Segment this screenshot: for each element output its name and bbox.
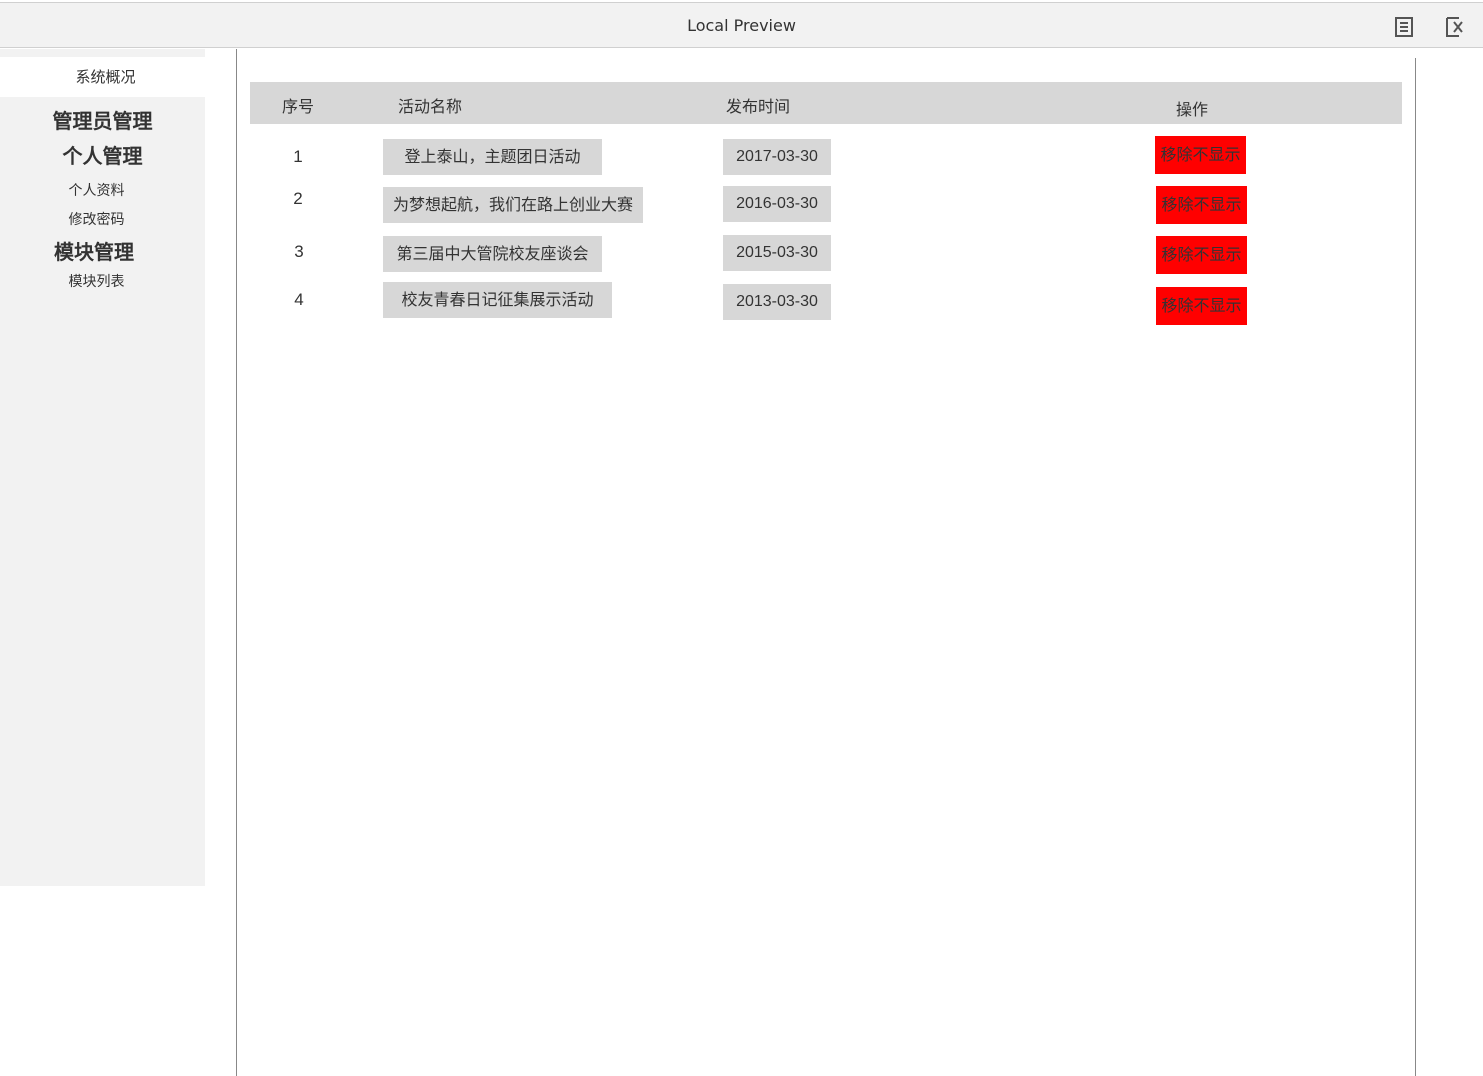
header-index: 序号	[282, 97, 315, 116]
remove-button[interactable]: 移除不显示	[1156, 186, 1247, 224]
table-row-index: 1	[293, 147, 303, 166]
table-row-date: 2013-03-30	[723, 284, 831, 320]
table-row-index: 4	[294, 290, 304, 309]
table-header: 序号 活动名称 发布时间 操作	[250, 82, 1402, 124]
sidebar: 系统概况 管理员管理 个人管理 个人资料 修改密码 模块管理 模块列表	[0, 49, 211, 886]
window-title: Local Preview	[687, 16, 796, 35]
remove-button[interactable]: 移除不显示	[1156, 236, 1247, 274]
document-icon[interactable]	[1395, 17, 1413, 37]
sidebar-item-profile[interactable]: 个人资料	[0, 180, 193, 200]
header-publish-time: 发布时间	[726, 97, 791, 116]
sidebar-group-personal-management[interactable]: 个人管理	[0, 140, 205, 169]
table-row-index: 3	[294, 242, 304, 261]
table-row-date: 2016-03-30	[723, 186, 831, 222]
sidebar-item-overview[interactable]: 系统概况	[0, 57, 211, 97]
sidebar-item-module-list[interactable]: 模块列表	[0, 271, 193, 291]
sidebar-item-change-password[interactable]: 修改密码	[0, 209, 193, 229]
sidebar-group-admin-management[interactable]: 管理员管理	[0, 105, 205, 134]
content-divider-left	[236, 49, 237, 1076]
table-row-activity-name: 第三届中大管院校友座谈会	[383, 236, 602, 272]
table-row-index: 2	[293, 189, 303, 208]
table-row-activity-name: 登上泰山，主题团日活动	[383, 139, 602, 175]
header-activity-name: 活动名称	[398, 97, 463, 116]
content-divider-right	[1415, 58, 1416, 1076]
table-row-activity-name: 校友青春日记征集展示活动	[383, 282, 612, 318]
table-row-activity-name: 为梦想起航，我们在路上创业大赛	[383, 187, 643, 223]
remove-button[interactable]: 移除不显示	[1155, 136, 1246, 174]
sidebar-group-module-management[interactable]: 模块管理	[0, 236, 188, 265]
header-action: 操作	[1176, 100, 1209, 119]
table-row-date: 2015-03-30	[723, 235, 831, 271]
table-row-date: 2017-03-30	[723, 139, 831, 175]
window-title-bar: Local Preview	[0, 2, 1483, 48]
remove-button[interactable]: 移除不显示	[1156, 287, 1247, 325]
close-window-icon[interactable]	[1446, 17, 1464, 37]
